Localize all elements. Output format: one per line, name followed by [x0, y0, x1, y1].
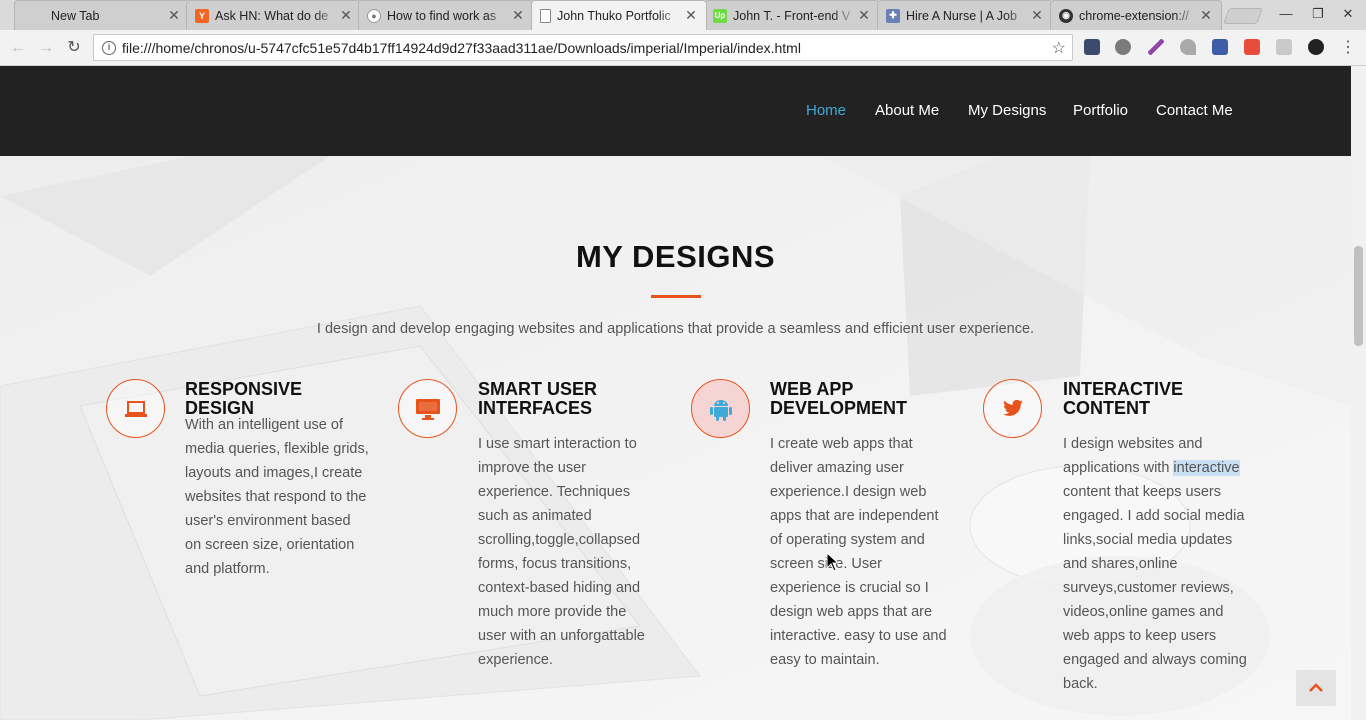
extension-pdf-icon[interactable] [1276, 39, 1292, 55]
back-icon[interactable]: ← [8, 38, 28, 58]
nav-my-designs[interactable]: My Designs [968, 66, 1046, 156]
nurse-icon: ✚ [886, 8, 900, 23]
new-tab-button[interactable] [1223, 8, 1263, 24]
tab-title: Ask HN: What do de [215, 8, 329, 23]
feature-text: I use smart interaction to improve the u… [478, 436, 645, 668]
selected-text: interactive [1173, 460, 1240, 476]
my-designs-section: MY DESIGNS I design and develop engaging… [0, 156, 1351, 720]
chevron-up-icon [1309, 683, 1323, 692]
browser-tab-strip: New Tab ✕ Y Ask HN: What do de ✕ ● How t… [0, 0, 1366, 30]
browser-tab-extension[interactable]: ◉ chrome-extension:// ✕ [1050, 0, 1222, 30]
twitter-icon [983, 379, 1042, 438]
tab-close-icon[interactable]: ✕ [1199, 7, 1213, 24]
feature-title: WEB APP DEVELOPMENT [770, 379, 908, 418]
site-navbar: Home About Me My Designs Portfolio Conta… [0, 66, 1351, 156]
minimize-icon[interactable]: — [1276, 6, 1296, 21]
android-icon [691, 379, 750, 438]
tab-close-icon[interactable]: ✕ [857, 7, 871, 24]
feature-text: With an intelligent use of media queries… [185, 417, 369, 577]
mouse-cursor-icon [826, 552, 840, 572]
section-subtitle: I design and develop engaging websites a… [316, 321, 1035, 337]
bookmark-star-icon[interactable]: ☆ [1052, 38, 1066, 58]
extension-wave-icon[interactable] [1212, 39, 1228, 55]
scroll-to-top-button[interactable] [1296, 670, 1336, 706]
browser-tab-upwork[interactable]: Up John T. - Front-end V ✕ [704, 0, 880, 30]
tab-close-icon[interactable]: ✕ [339, 7, 353, 24]
section-title: MY DESIGNS [575, 239, 776, 274]
browser-tab-new-tab[interactable]: New Tab ✕ [14, 0, 190, 30]
reload-icon[interactable]: ↻ [64, 38, 84, 58]
document-icon [540, 8, 551, 23]
browser-tab-portfolio[interactable]: John Thuko Portfolic ✕ [531, 0, 707, 30]
browser-tab-reddit[interactable]: ● How to find work as ✕ [358, 0, 534, 30]
extension-s-icon[interactable] [1244, 39, 1260, 55]
tab-title: chrome-extension:// [1079, 8, 1189, 23]
extension-circle-icon[interactable] [1308, 39, 1324, 55]
browser-tab-nurse[interactable]: ✚ Hire A Nurse | A Job ✕ [877, 0, 1053, 30]
nav-home[interactable]: Home [806, 66, 846, 156]
feature-text: I create web apps that deliver amazing u… [770, 436, 947, 668]
extension-feather-icon[interactable] [1148, 39, 1164, 55]
laptop-icon [106, 379, 165, 438]
browser-toolbar: ← → ↻ i file:///home/chronos/u-5747cfc51… [0, 30, 1366, 66]
feature-title: INTERACTIVE CONTENT [1063, 379, 1184, 418]
tab-close-icon[interactable]: ✕ [684, 7, 698, 24]
title-divider [651, 295, 701, 298]
close-window-icon[interactable]: ✕ [1338, 6, 1358, 22]
address-bar[interactable]: i file:///home/chronos/u-5747cfc51e57d4b… [93, 34, 1073, 61]
tab-title: How to find work as [387, 8, 497, 23]
nav-contact-me[interactable]: Contact Me [1156, 66, 1233, 156]
maximize-icon[interactable]: ❐ [1308, 6, 1328, 22]
menu-icon[interactable]: ⋮ [1338, 38, 1358, 58]
tab-title: John T. - Front-end V [733, 8, 851, 23]
tab-title: John Thuko Portfolic [557, 8, 671, 23]
feature-text: I design websites and applications with … [1063, 436, 1247, 692]
reddit-icon: ● [367, 8, 381, 23]
tab-close-icon[interactable]: ✕ [1030, 7, 1044, 24]
extension-icon: ◉ [1059, 8, 1073, 23]
desktop-icon [398, 379, 457, 438]
scrollbar-thumb[interactable] [1354, 246, 1363, 346]
nav-portfolio[interactable]: Portfolio [1073, 66, 1128, 156]
extension-bird-icon[interactable] [1115, 39, 1131, 55]
upwork-icon: Up [713, 8, 727, 23]
nav-about-me[interactable]: About Me [875, 66, 939, 156]
page-scrollbar[interactable] [1351, 66, 1366, 720]
hacker-news-icon: Y [195, 8, 209, 23]
feature-title: SMART USER INTERFACES [478, 379, 598, 418]
forward-icon[interactable]: → [36, 38, 56, 58]
tab-close-icon[interactable]: ✕ [167, 7, 181, 24]
browser-tab-ask-hn[interactable]: Y Ask HN: What do de ✕ [186, 0, 362, 30]
tab-title: Hire A Nurse | A Job [906, 8, 1017, 23]
extension-wing-icon[interactable] [1180, 39, 1196, 55]
info-icon[interactable]: i [102, 40, 116, 55]
tab-close-icon[interactable]: ✕ [511, 7, 525, 24]
extension-shield-icon[interactable] [1084, 39, 1100, 55]
tab-title: New Tab [51, 8, 100, 23]
url-text[interactable]: file:///home/chronos/u-5747cfc51e57d4b17… [122, 40, 1052, 56]
